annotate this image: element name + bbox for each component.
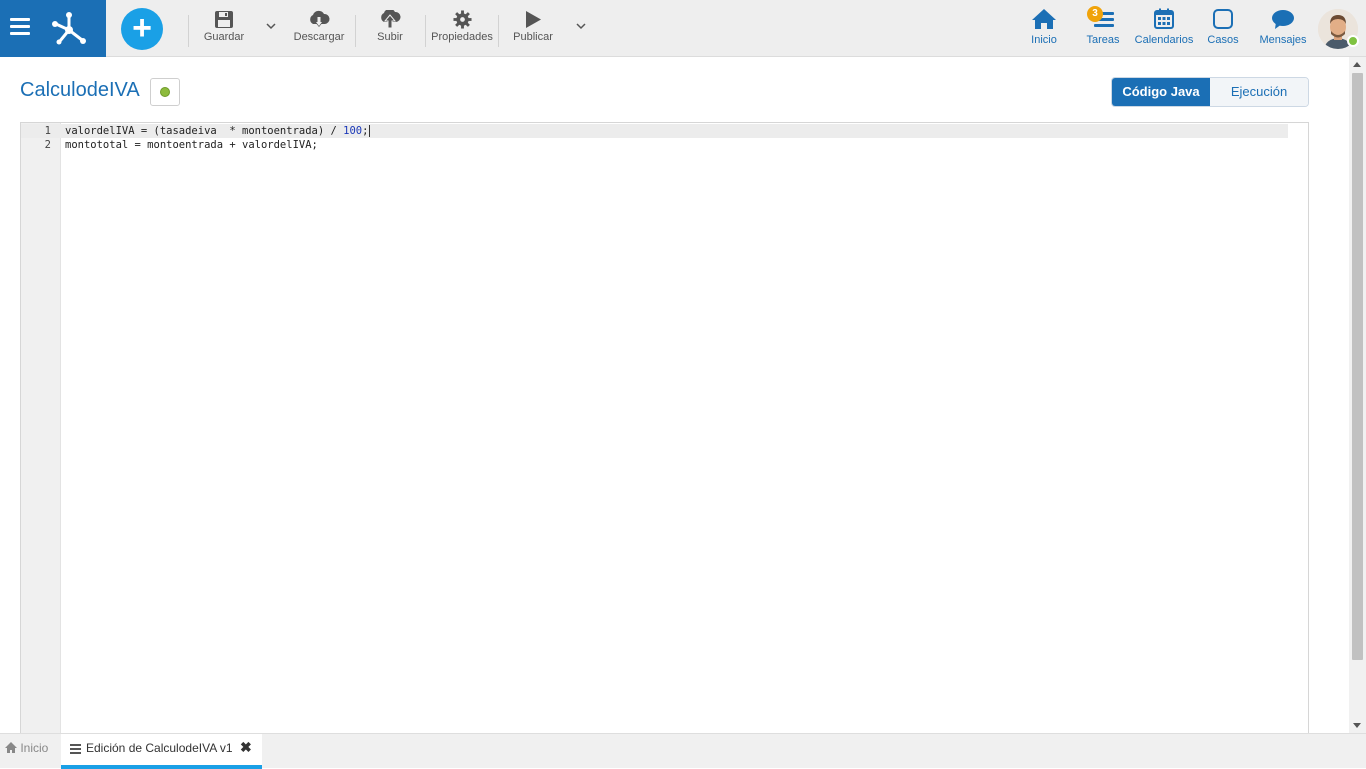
text-cursor <box>369 125 371 137</box>
code-segment: montototal = montoentrada + valordelIVA; <box>65 139 318 151</box>
save-icon <box>215 11 233 28</box>
code-number: 100 <box>343 125 363 137</box>
tab-home[interactable]: Inicio <box>5 741 48 755</box>
tab-execution[interactable]: Ejecución <box>1210 78 1308 106</box>
line-number: 1 <box>44 125 51 137</box>
nav-calendars-label: Calendarios <box>1134 34 1194 46</box>
code-line[interactable]: 1 valordelIVA = (tasadeiva * montoentrad… <box>21 124 1288 138</box>
nav-cases-label: Casos <box>1207 34 1239 46</box>
status-indicator-button[interactable] <box>150 78 180 106</box>
close-icon[interactable]: ✖ <box>240 739 252 756</box>
line-number: 2 <box>44 139 51 151</box>
add-button[interactable]: + <box>121 8 163 50</box>
play-icon <box>526 11 541 28</box>
top-bar: + Guardar Descargar Subir Propiedades Pu… <box>0 0 1366 57</box>
scroll-down-arrow-icon[interactable] <box>1353 723 1361 728</box>
home-icon <box>5 742 17 753</box>
home-icon <box>1032 9 1056 29</box>
cases-icon <box>1213 9 1233 29</box>
toolbar-divider <box>355 15 356 47</box>
cloud-download-icon <box>310 10 330 27</box>
logo-icon[interactable] <box>50 10 88 46</box>
publish-button[interactable]: Publicar <box>512 10 554 43</box>
code-line[interactable]: 2 montototal = montoentrada + valordelIV… <box>21 138 1288 152</box>
code-text: montototal = montoentrada + valordelIVA; <box>65 138 318 152</box>
code-editor[interactable]: 1 valordelIVA = (tasadeiva * montoentrad… <box>20 122 1309 734</box>
nav-cases[interactable]: Casos <box>1206 8 1240 46</box>
publish-label: Publicar <box>513 31 553 43</box>
tab-edit-document[interactable]: Edición de CalculodeIVA v1 ✖ <box>61 734 262 769</box>
code-segment: ; <box>362 125 369 137</box>
view-toggle: Código Java Ejecución <box>1111 77 1309 107</box>
tasks-badge: 3 <box>1087 6 1103 22</box>
download-label: Descargar <box>293 31 345 43</box>
code-text: valordelIVA = (tasadeiva * montoentrada)… <box>65 124 371 138</box>
nav-messages-label: Mensajes <box>1259 34 1307 46</box>
save-options-chevron-icon[interactable] <box>266 22 276 30</box>
online-status-dot <box>1347 35 1359 47</box>
vertical-scrollbar[interactable] <box>1349 57 1366 733</box>
gear-icon <box>452 10 472 29</box>
save-button[interactable]: Guardar <box>202 10 246 43</box>
status-dot <box>160 87 170 97</box>
download-button[interactable]: Descargar <box>292 10 346 43</box>
cloud-upload-icon <box>381 10 401 29</box>
tab-home-label: Inicio <box>20 741 49 755</box>
line-number-gutter <box>21 123 61 733</box>
nav-tasks-label: Tareas <box>1086 34 1120 46</box>
upload-label: Subir <box>377 31 403 43</box>
nav-calendars[interactable]: Calendarios <box>1134 8 1194 46</box>
properties-button[interactable]: Propiedades <box>430 10 494 43</box>
upload-button[interactable]: Subir <box>372 10 408 43</box>
tab-edit-document-label: Edición de CalculodeIVA v1 <box>86 741 233 755</box>
nav-messages[interactable]: Mensajes <box>1258 8 1308 46</box>
nav-tasks[interactable]: 3 Tareas <box>1085 6 1121 46</box>
properties-label: Propiedades <box>431 31 493 43</box>
scroll-up-arrow-icon[interactable] <box>1353 62 1361 67</box>
nav-home-label: Inicio <box>1031 34 1057 46</box>
bottom-tab-bar: Inicio Edición de CalculodeIVA v1 ✖ <box>0 733 1366 769</box>
toolbar-divider <box>188 15 189 47</box>
code-segment: valordelIVA = (tasadeiva * montoentrada)… <box>65 125 344 137</box>
save-label: Guardar <box>203 31 245 43</box>
brand-area <box>0 0 106 57</box>
toolbar-divider <box>498 15 499 47</box>
tab-java-code[interactable]: Código Java <box>1112 78 1210 106</box>
chat-bubble-icon <box>1272 10 1294 29</box>
document-list-icon <box>70 744 81 754</box>
calendar-icon <box>1154 8 1174 29</box>
publish-options-chevron-icon[interactable] <box>576 22 586 30</box>
toolbar-divider <box>425 15 426 47</box>
menu-icon[interactable] <box>10 18 30 38</box>
nav-home[interactable]: Inicio <box>1027 8 1061 46</box>
scrollbar-thumb[interactable] <box>1352 73 1363 660</box>
page-title: CalculodeIVA <box>20 79 140 101</box>
